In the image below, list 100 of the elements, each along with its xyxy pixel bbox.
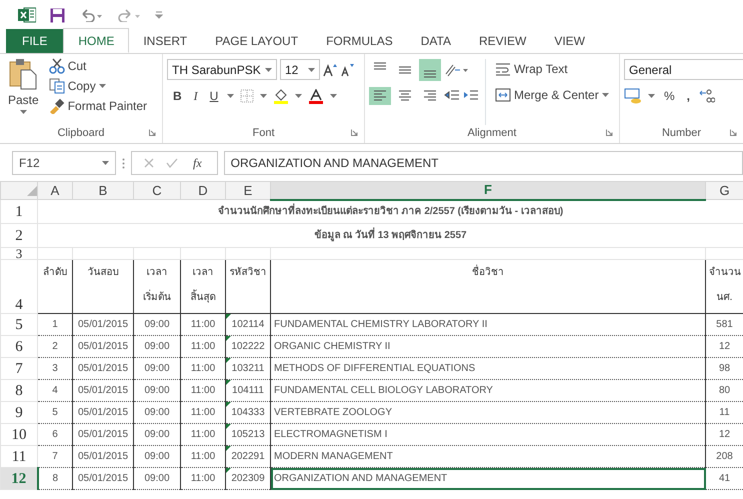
font-name-dropdown[interactable]: TH SarabunPSK [167,59,277,80]
formula-field[interactable]: ORGANIZATION AND MANAGEMENT [224,151,743,175]
align-left-button[interactable] [369,87,391,105]
table-cell[interactable]: 11 [719,406,730,418]
table-cell[interactable]: MODERN MANAGEMENT [274,450,393,462]
wrap-text-icon [495,62,511,76]
accounting-format-icon[interactable] [624,88,642,104]
italic-button[interactable]: I [190,86,201,106]
sheet-title: ข้อมูล ณ วันที่ 13 พฤศจิกายน 2557 [314,230,467,240]
ribbon-tab[interactable]: FORMULAS [312,29,407,53]
ribbon-tab[interactable]: INSERT [129,29,202,53]
column-header[interactable]: A [38,182,72,200]
column-header[interactable]: C [134,182,180,200]
dialog-launcher-icon[interactable] [730,129,737,136]
table-cell[interactable]: 98 [718,362,730,374]
table-cell[interactable]: 12 [718,340,730,352]
cell-reference: F12 [19,155,40,172]
format-painter-button[interactable]: Format Painter [46,96,150,116]
caret-icon [295,94,302,98]
ribbon-tab[interactable]: VIEW [540,29,599,53]
row-header[interactable]: 1 [0,200,38,224]
copy-button[interactable]: Copy [46,76,150,96]
dialog-launcher-icon[interactable] [149,129,156,136]
table-cell[interactable]: 6 [52,428,58,440]
column-header[interactable]: G [706,182,743,200]
table-cell[interactable]: 8 [52,472,58,484]
row-header[interactable]: 5 [0,314,38,336]
increase-decimal-icon[interactable] [699,88,716,104]
number-format: General [629,62,672,78]
paste-button[interactable]: Paste [4,56,43,125]
row-header[interactable]: 9 [0,402,38,424]
bold-button[interactable]: B [170,86,185,106]
ribbon-tab[interactable]: DATA [406,29,465,53]
shrink-font-icon[interactable] [340,62,354,76]
group-label: Clipboard [57,126,105,141]
table-cell[interactable]: 2 [52,340,58,352]
ribbon-tab[interactable]: HOME [63,28,130,53]
column-heading: รหัสวิชา [230,267,266,278]
caret-icon [330,94,338,98]
save-icon[interactable] [50,8,65,22]
column-header[interactable]: D [180,182,226,200]
row-header[interactable]: 11 [0,446,38,468]
table-cell[interactable]: ORGANIZATION AND MANAGEMENT [274,472,448,484]
row-header[interactable]: 10 [0,424,38,446]
wrap-text-button[interactable]: Wrap Text [492,59,612,79]
comma-button[interactable]: , [684,86,694,106]
table-cell[interactable]: 5 [52,406,58,418]
grow-font-icon[interactable] [323,62,337,76]
group-label: Alignment [468,126,516,141]
ribbon-tab[interactable]: REVIEW [464,29,540,53]
table-cell[interactable]: ORGANIC CHEMISTRY II [274,340,390,352]
number-format-dropdown[interactable]: General [624,59,743,80]
orientation-icon[interactable] [444,62,468,78]
table-cell[interactable]: 41 [718,472,730,484]
column-header[interactable]: F [270,182,706,200]
table-cell[interactable]: 12 [718,428,730,440]
row-header[interactable]: 8 [0,380,38,402]
font-size: 12 [285,62,298,78]
table-cell[interactable]: 1 [52,318,58,330]
table-cell[interactable]: ELECTROMAGNETISM I [274,428,388,440]
row-header[interactable]: 3 [0,248,38,260]
font-color-icon[interactable] [308,88,324,104]
table-cell[interactable]: 7 [52,450,58,462]
align-bottom-button[interactable] [419,59,441,81]
name-box[interactable]: F12 [12,151,116,175]
sheet-title: จำนวนนักศึกษาที่ลงทะเบียนแต่ละรายวิชา ภาค 2/2557 (เรียงตามวัน - เวลาสอบ) [218,206,564,217]
caret-icon [227,94,234,98]
column-header[interactable]: E [226,182,270,200]
table-cell[interactable]: 3 [52,362,58,374]
insert-function-button[interactable]: fx [190,153,205,173]
group-label: Number [662,126,702,141]
table-cell[interactable]: VERTEBRATE ZOOLOGY [274,406,392,418]
row-header[interactable]: 2 [0,224,38,248]
row-header[interactable]: 7 [0,358,38,380]
customize-icon[interactable] [155,11,163,19]
ribbon-tab[interactable]: PAGE LAYOUT [201,29,312,53]
align-bottom-icon [422,70,438,78]
align-middle-icon [397,66,413,74]
row-header[interactable]: 6 [0,336,38,358]
merge-center-button[interactable]: Merge & Center [492,85,612,105]
caret-icon [602,93,609,97]
font-size-dropdown[interactable]: 12 [280,59,320,80]
caret-icon [20,110,27,114]
percent-button[interactable]: % [661,86,678,106]
font-name: TH SarabunPSK [172,62,261,78]
fill-color-icon[interactable] [273,88,290,104]
row-header[interactable]: 4 [0,260,38,314]
dialog-launcher-icon[interactable] [351,129,358,136]
dialog-launcher-icon[interactable] [606,129,613,136]
merge-cells-icon [495,88,511,102]
align-top-icon [372,62,388,70]
column-header[interactable]: B [72,182,134,200]
caret-icon [308,68,315,72]
underline-button[interactable]: U [206,86,222,106]
table-cell[interactable]: 80 [718,384,730,396]
cut-button[interactable]: Cut [46,56,150,76]
table-cell[interactable]: 4 [52,384,58,396]
file-tab[interactable]: FILE [6,29,64,53]
column-heading: จำนวน นศ. [709,267,741,303]
row-header[interactable]: 12 [0,468,38,490]
